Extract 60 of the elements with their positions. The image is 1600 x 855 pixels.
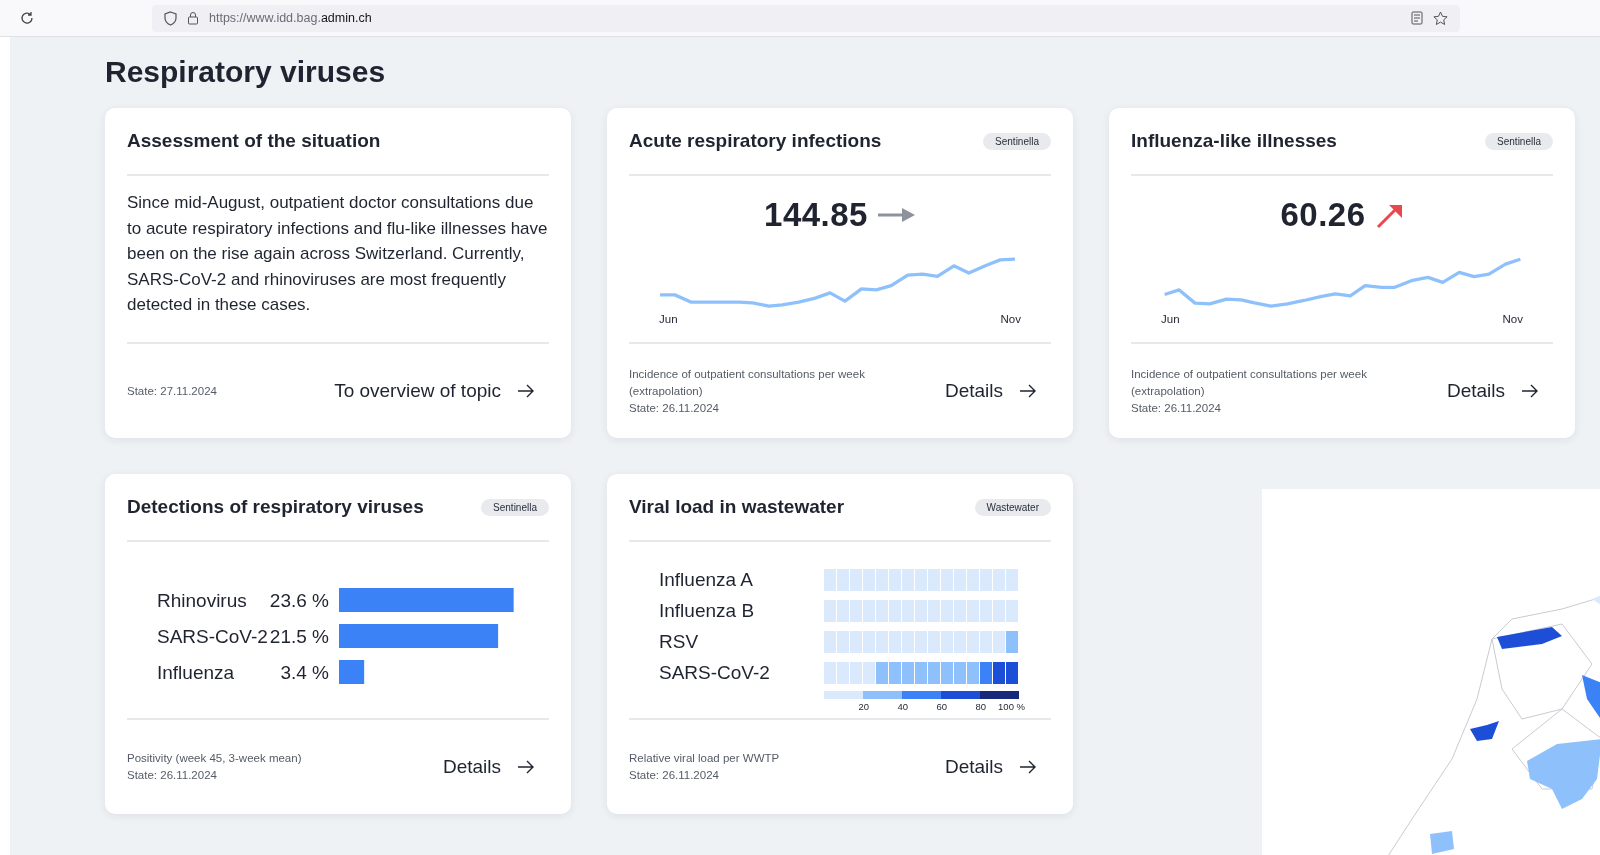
state-date: State: 26.11.2024	[629, 768, 720, 783]
state-date: State: 26.11.2024	[127, 768, 218, 783]
category-label: Rhinovirus	[157, 590, 247, 611]
virus-label: Influenza A	[658, 568, 755, 591]
reload-icon[interactable]	[20, 11, 34, 25]
details-link[interactable]: Details	[442, 756, 535, 778]
details-link[interactable]: Details	[1446, 380, 1539, 402]
bar	[339, 660, 365, 684]
page-title: Respiratory viruses	[105, 55, 387, 89]
url-text: https://www.idd.bag.admin.ch	[209, 11, 373, 25]
shield-icon[interactable]	[164, 10, 177, 26]
source-tag: Sentinella	[481, 498, 549, 516]
legend-tick: 20	[858, 701, 869, 712]
state-date: State: 27.11.2024	[127, 383, 217, 399]
category-label: SARS-CoV-2	[157, 626, 268, 647]
value-label: 21.5 %	[269, 626, 329, 647]
source-tag: Sentinella	[1485, 132, 1553, 150]
arrow-right-icon	[877, 206, 916, 224]
virus-label: RSV	[658, 630, 700, 653]
arrow-right-icon	[1019, 384, 1037, 398]
source-tag: Sentinella	[983, 132, 1051, 150]
reader-view-icon[interactable]	[1411, 11, 1423, 25]
value-label: 23.6 %	[269, 590, 329, 611]
state-date: State: 26.11.2024	[1131, 400, 1222, 416]
details-link[interactable]: Details	[944, 380, 1037, 402]
card-title: Detections of respiratory viruses	[127, 496, 424, 518]
arrow-right-icon	[1019, 760, 1037, 774]
axis-label: Jun	[1161, 313, 1180, 325]
axis-label: Jun	[659, 313, 678, 325]
arrow-right-icon	[1521, 384, 1539, 398]
value-label: 3.4 %	[280, 662, 329, 683]
card-title: Viral load in wastewater	[629, 496, 845, 518]
legend-tick: 40	[897, 701, 908, 712]
card-title: Acute respiratory infections	[629, 130, 882, 152]
assessment-text: Since mid-August, outpatient doctor consultations due to acute respiratory infections and flu-like illnesses have been on the rise again across Switzerland. Currently, SARS-CoV-2 and rhinoviruses are most frequently detected in these cases.	[127, 192, 549, 316]
virus-label: Influenza B	[658, 599, 756, 622]
footnote-text: Incidence of outpatient consultations per week (extrapolation)	[1131, 366, 1368, 399]
arrow-right-icon	[517, 760, 535, 774]
legend-tick: 80	[975, 701, 986, 712]
legend-tick: 100 %	[998, 701, 1025, 712]
details-link[interactable]: To overview of topic	[334, 380, 535, 402]
axis-label: Nov	[1000, 313, 1021, 325]
category-label: Influenza	[157, 662, 235, 683]
footnote-text: Relative viral load per WWTP	[629, 751, 780, 766]
legend-tick: 60	[936, 701, 947, 712]
state-date: State: 26.11.2024	[629, 400, 720, 416]
arrow-right-icon	[517, 384, 535, 398]
virus-label: SARS-CoV-2	[658, 661, 771, 684]
card-title: Assessment of the situation	[127, 130, 381, 152]
axis-label: Nov	[1502, 313, 1523, 325]
indicator-value: 60.26	[1280, 196, 1366, 234]
indicator-value: 144.85	[764, 196, 868, 234]
footnote-text: Incidence of outpatient consultations per week (extrapolation)	[629, 366, 866, 399]
card-title: Influenza-like illnesses	[1131, 130, 1337, 152]
lock-icon	[187, 11, 199, 25]
star-icon[interactable]	[1433, 10, 1448, 26]
address-bar[interactable]: https://www.idd.bag.admin.ch	[152, 4, 1460, 32]
footnote-text: Positivity (week 45, 3-week mean)	[127, 751, 302, 766]
details-link[interactable]: Details	[944, 756, 1037, 778]
source-tag: Wastewater	[974, 498, 1051, 516]
